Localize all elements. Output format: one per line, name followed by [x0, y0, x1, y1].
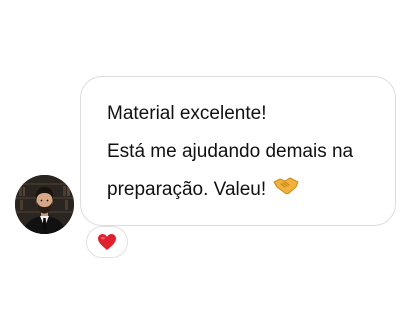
message-bubble[interactable]: Material excelente! Está me ajudando dem…	[80, 76, 396, 226]
reaction-badge[interactable]	[86, 226, 128, 258]
red-heart-icon	[98, 234, 116, 250]
message-line-1: Material excelente!	[107, 103, 267, 124]
profile-photo	[15, 175, 74, 234]
handshake-icon	[273, 171, 300, 209]
message-line-2: Está me ajudando demais na	[107, 141, 354, 162]
message-line-3: preparação. Valeu!	[107, 171, 377, 209]
avatar[interactable]	[15, 175, 74, 234]
message-line-3-text: preparação. Valeu!	[107, 179, 267, 201]
